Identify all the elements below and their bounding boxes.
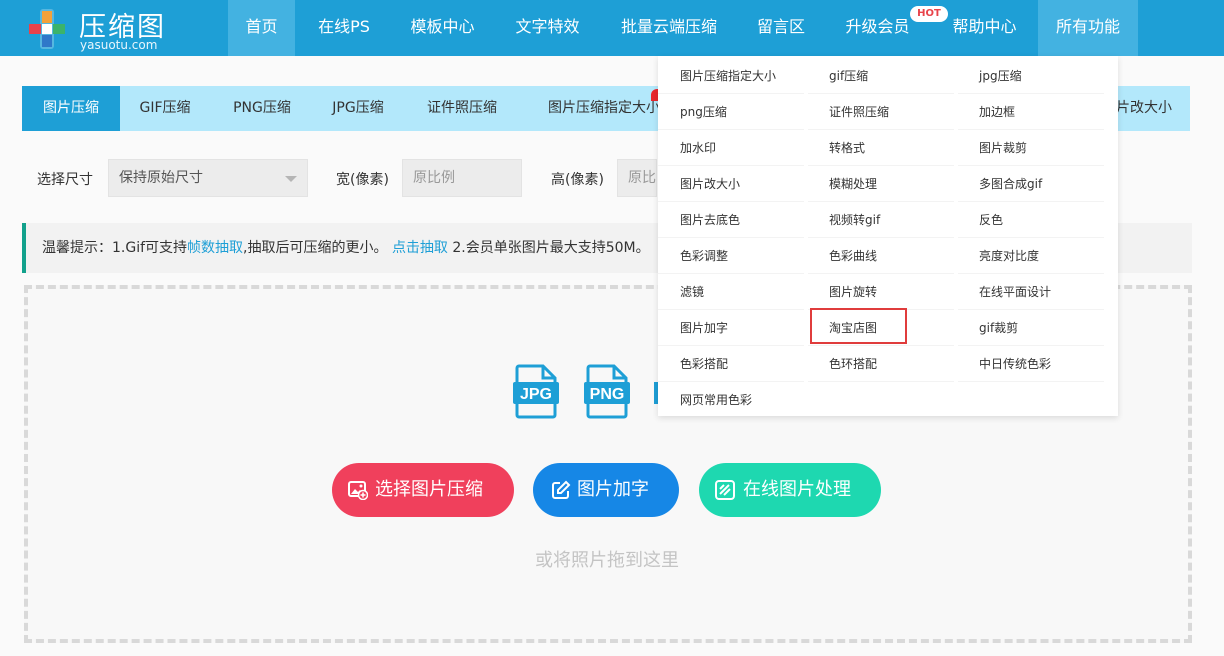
menu-item-compress-to-size[interactable]: 图片压缩指定大小 (658, 58, 804, 94)
online-edit-icon (715, 480, 735, 500)
menu-item-blur[interactable]: 模糊处理 (808, 166, 954, 202)
menu-item-add-border[interactable]: 加边框 (958, 94, 1104, 130)
menu-item-png-compress[interactable]: png压缩 (658, 94, 804, 130)
width-input[interactable]: 原比例 (402, 159, 522, 197)
menu-item-filter[interactable]: 滤镜 (658, 274, 804, 310)
add-text-label: 图片加字 (577, 479, 649, 500)
all-functions-menu: 图片压缩指定大小 png压缩 加水印 图片改大小 图片去底色 色彩调整 滤镜 图… (658, 56, 1118, 416)
select-image-compress-label: 选择图片压缩 (375, 479, 483, 500)
online-image-edit-button[interactable]: 在线图片处理 (699, 463, 881, 517)
menu-item-color-curves[interactable]: 色彩曲线 (808, 238, 954, 274)
image-add-icon (348, 481, 368, 500)
menu-item-gif-compress[interactable]: gif压缩 (808, 58, 954, 94)
tab-jpg-compress[interactable]: JPG压缩 (314, 86, 402, 131)
nav-message-board[interactable]: 留言区 (745, 0, 817, 56)
menu-item-color-match[interactable]: 色彩搭配 (658, 346, 804, 382)
nav-all-functions[interactable]: 所有功能 (1038, 0, 1138, 56)
menu-item-id-photo-compress[interactable]: 证件照压缩 (808, 94, 954, 130)
tab-compress-to-size[interactable]: 图片压缩指定大小 (540, 86, 668, 131)
nav-batch-compress[interactable]: 批量云端压缩 (605, 0, 733, 56)
menu-item-traditional-colors[interactable]: 中日传统色彩 (958, 346, 1104, 382)
tip-prefix: 温馨提示：1.Gif可支持 (42, 240, 188, 256)
click-extract-link[interactable]: 点击抽取 (392, 240, 448, 256)
nav-template-center[interactable]: 模板中心 (395, 0, 490, 56)
add-text-button[interactable]: 图片加字 (533, 463, 679, 517)
menu-item-crop[interactable]: 图片裁剪 (958, 130, 1104, 166)
height-input[interactable]: 原比例 (617, 159, 657, 197)
logo-domain: yasuotu.com (80, 38, 158, 52)
tip-suffix: 2.会员单张图片最大支持50M。 (447, 240, 650, 256)
menu-item-web-colors[interactable]: 网页常用色彩 (658, 382, 804, 418)
menu-item-watermark[interactable]: 加水印 (658, 130, 804, 166)
size-select[interactable]: 保持原始尺寸 (108, 159, 308, 197)
tab-gif-compress[interactable]: GIF压缩 (120, 86, 210, 131)
menu-item-rotate[interactable]: 图片旋转 (808, 274, 954, 310)
tab-image-compress[interactable]: 图片压缩 (22, 86, 120, 131)
menu-item-invert[interactable]: 反色 (958, 202, 1104, 238)
menu-item-gif-crop[interactable]: gif裁剪 (958, 310, 1104, 346)
menu-item-color-adjust[interactable]: 色彩调整 (658, 238, 804, 274)
logo[interactable]: 压缩图 yasuotu.com (25, 5, 175, 52)
png-file-icon: PNG (584, 364, 630, 419)
nav-home[interactable]: 首页 (228, 0, 295, 56)
menu-item-brightness-contrast[interactable]: 亮度对比度 (958, 238, 1104, 274)
nav-text-effects[interactable]: 文字特效 (500, 0, 595, 56)
frame-extract-link[interactable]: 帧数抽取 (187, 240, 243, 256)
size-select-value: 保持原始尺寸 (119, 170, 203, 186)
online-image-edit-label: 在线图片处理 (743, 479, 851, 500)
png-file-label: PNG (590, 386, 625, 403)
menu-item-color-wheel[interactable]: 色环搭配 (808, 346, 954, 382)
menu-item-graphic-design[interactable]: 在线平面设计 (958, 274, 1104, 310)
menu-item-resize[interactable]: 图片改大小 (658, 166, 804, 202)
tab-resize-image[interactable]: 片改大小 (1114, 86, 1174, 131)
select-image-compress-button[interactable]: 选择图片压缩 (332, 463, 514, 517)
tab-id-photo-compress[interactable]: 证件照压缩 (414, 86, 510, 131)
menu-item-merge-gif[interactable]: 多图合成gif (958, 166, 1104, 202)
tip-middle: ,抽取后可压缩的更小。 (243, 240, 388, 256)
logo-mark-icon (29, 9, 65, 49)
nav-help-center[interactable]: 帮助中心 (937, 0, 1032, 56)
drop-hint: 或将照片拖到这里 (535, 550, 679, 571)
height-label: 高(像素) (551, 172, 604, 188)
edit-icon (552, 480, 571, 499)
menu-item-add-text[interactable]: 图片加字 (658, 310, 804, 346)
chevron-down-icon (285, 176, 297, 182)
tab-png-compress[interactable]: PNG压缩 (218, 86, 306, 131)
jpg-file-icon: JPG (513, 364, 559, 419)
menu-item-remove-bg[interactable]: 图片去底色 (658, 202, 804, 238)
width-label: 宽(像素) (336, 172, 389, 188)
menu-item-jpg-compress[interactable]: jpg压缩 (958, 58, 1104, 94)
top-navigation: 压缩图 yasuotu.com 首页 在线PS 模板中心 文字特效 批量云端压缩… (0, 0, 1224, 56)
menu-item-convert-format[interactable]: 转格式 (808, 130, 954, 166)
jpg-file-label: JPG (520, 386, 552, 403)
select-size-label: 选择尺寸 (37, 172, 93, 188)
menu-item-video-to-gif[interactable]: 视频转gif (808, 202, 954, 238)
highlight-box (810, 308, 907, 344)
nav-online-ps[interactable]: 在线PS (303, 0, 385, 56)
